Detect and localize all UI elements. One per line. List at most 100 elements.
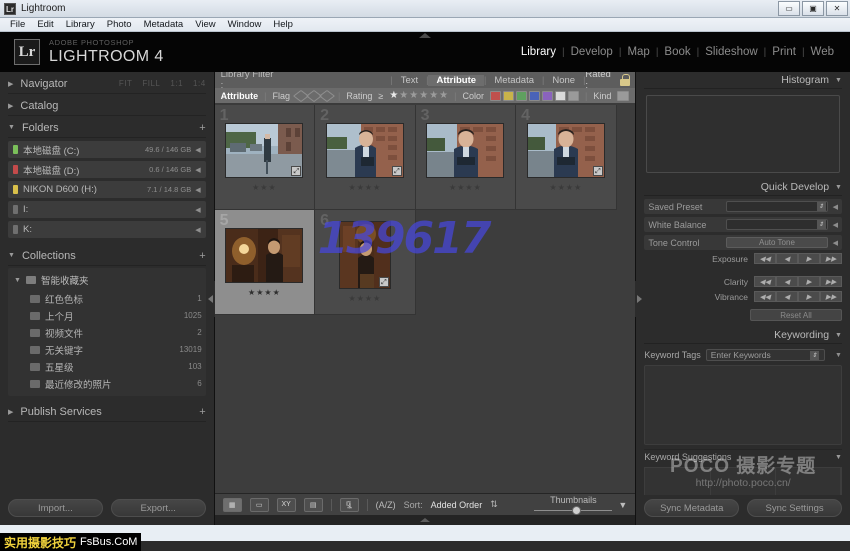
grid-cell[interactable]: 1 <box>215 105 316 210</box>
photo-grid-area[interactable]: 1 <box>215 105 636 493</box>
star-icon[interactable]: ★ <box>399 90 408 101</box>
color-swatch-yellow[interactable] <box>503 91 514 101</box>
chevron-down-icon[interactable]: ▼ <box>835 77 842 84</box>
spray-can-icon[interactable]: 🗜 <box>340 498 359 512</box>
top-panel-toggle[interactable] <box>419 33 431 38</box>
cell-rating[interactable]: ★★★★ <box>349 294 382 303</box>
menu-metadata[interactable]: Metadata <box>144 19 184 30</box>
export-button[interactable]: Export... <box>111 499 206 517</box>
compare-view-icon[interactable]: XY <box>277 498 296 512</box>
photo-thumbnail[interactable] <box>426 123 504 178</box>
chevron-down-icon[interactable]: ▼ <box>835 352 842 359</box>
module-slideshow[interactable]: Slideshow <box>699 46 763 58</box>
color-swatch-green[interactable] <box>516 91 527 101</box>
cell-rating[interactable]: ★★★★ <box>349 183 382 192</box>
left-panel-toggle[interactable] <box>206 281 215 317</box>
menu-edit[interactable]: Edit <box>37 19 53 30</box>
suggestion-slot[interactable] <box>645 468 710 495</box>
rating-stars[interactable]: ★ ★ ★ ★ ★ ★ <box>389 90 448 101</box>
module-print[interactable]: Print <box>766 46 802 58</box>
close-button[interactable]: ✕ <box>826 1 848 16</box>
star-icon[interactable]: ★ <box>419 90 428 101</box>
chevron-down-icon[interactable]: ▼ <box>835 184 842 191</box>
kind-filter-icon[interactable] <box>617 91 629 101</box>
chevron-left-icon[interactable]: ◀ <box>195 226 200 234</box>
crop-badge-icon[interactable]: ⤢ <box>379 277 389 287</box>
exposure-increase[interactable]: ▶ <box>798 253 820 264</box>
menu-library[interactable]: Library <box>66 19 95 30</box>
maximize-button[interactable]: ▣ <box>802 1 824 16</box>
collection-group[interactable]: ▼ 智能收藏夹 <box>8 270 206 290</box>
grid-cell[interactable]: 4 <box>516 105 617 210</box>
saved-preset-row[interactable]: Saved Preset ⇕ ◀ <box>644 199 842 214</box>
list-item[interactable]: 五星级 103 <box>8 358 206 375</box>
menu-photo[interactable]: Photo <box>107 19 132 30</box>
quick-develop-header[interactable]: Quick Develop ▼ <box>644 179 842 196</box>
survey-view-icon[interactable]: ▤ <box>304 498 323 512</box>
list-item[interactable]: 最近修改的照片 6 <box>8 375 206 392</box>
crop-badge-icon[interactable]: ⤢ <box>291 166 301 176</box>
navigator-header[interactable]: ▶ Navigator FIT FILL 1:1 1:4 <box>8 74 206 94</box>
photo-thumbnail[interactable]: ⤢ <box>326 123 404 178</box>
grid-cell[interactable]: 5 <box>215 210 316 315</box>
exposure-increase-large[interactable]: ▶▶ <box>820 253 842 264</box>
module-library[interactable]: Library <box>515 46 562 58</box>
clarity-increase-large[interactable]: ▶▶ <box>820 276 842 287</box>
chevron-left-icon[interactable]: ◀ <box>195 166 200 174</box>
star-icon[interactable]: ★ <box>409 90 418 101</box>
module-develop[interactable]: Develop <box>565 46 619 58</box>
chevron-left-icon[interactable]: ◀ <box>833 221 838 229</box>
filter-tab-metadata[interactable]: Metadata <box>486 75 542 86</box>
cell-rating[interactable]: ★★★★ <box>449 183 482 192</box>
nav-mode-fill[interactable]: FILL <box>142 79 160 88</box>
rating-operator[interactable]: ≥ <box>378 91 383 101</box>
menu-help[interactable]: Help <box>273 19 293 30</box>
chevron-left-icon[interactable]: ◀ <box>195 206 200 214</box>
photo-thumbnail[interactable]: ⤢ <box>527 123 605 178</box>
nav-mode-1-1[interactable]: 1:1 <box>170 79 183 88</box>
chevron-down-icon[interactable]: ▼ <box>835 454 842 461</box>
star-icon[interactable]: ★ <box>429 90 438 101</box>
filter-tab-none[interactable]: None <box>544 75 583 86</box>
chevron-left-icon[interactable]: ◀ <box>833 203 838 211</box>
module-web[interactable]: Web <box>805 46 840 58</box>
list-item[interactable]: 视频文件 2 <box>8 324 206 341</box>
menu-view[interactable]: View <box>195 19 215 30</box>
folder-row[interactable]: K: ◀ <box>8 221 206 238</box>
lock-icon[interactable] <box>620 74 629 86</box>
histogram-graph[interactable] <box>646 95 840 173</box>
chevron-left-icon[interactable]: ◀ <box>195 146 200 154</box>
keyword-input[interactable]: Enter Keywords ⇕ <box>706 349 825 361</box>
histogram-header[interactable]: Histogram ▼ <box>644 72 842 89</box>
grid-view-icon[interactable]: ▦ <box>223 498 242 512</box>
clarity-increase[interactable]: ▶ <box>798 276 820 287</box>
photo-thumbnail[interactable]: ⤢ <box>339 221 391 289</box>
keywording-header[interactable]: Keywording ▼ <box>644 327 842 344</box>
toolbar-options-caret-icon[interactable]: ▼ <box>618 500 627 510</box>
add-folder-icon[interactable]: + <box>199 122 205 134</box>
sync-metadata-button[interactable]: Sync Metadata <box>644 499 739 517</box>
cell-rating[interactable]: ★★★ <box>252 183 277 192</box>
module-book[interactable]: Book <box>658 46 696 58</box>
photo-thumbnail[interactable]: ⤢ <box>225 123 303 178</box>
right-panel-toggle[interactable] <box>635 281 644 317</box>
filmstrip-toggle[interactable] <box>215 515 636 525</box>
stepper-icon[interactable]: ⇕ <box>817 202 826 211</box>
nav-mode-1-4[interactable]: 1:4 <box>193 79 206 88</box>
grid-cell[interactable]: 2 <box>315 105 416 210</box>
clarity-decrease-large[interactable]: ◀◀ <box>754 276 776 287</box>
stepper-icon[interactable]: ⇕ <box>810 351 819 360</box>
vibrance-increase-large[interactable]: ▶▶ <box>820 291 842 302</box>
filter-tab-attribute[interactable]: Attribute <box>428 75 484 86</box>
folder-row[interactable]: I: ◀ <box>8 201 206 218</box>
add-collection-icon[interactable]: + <box>199 250 205 262</box>
sort-value[interactable]: Added Order <box>431 500 483 510</box>
color-swatch-red[interactable] <box>490 91 501 101</box>
module-map[interactable]: Map <box>621 46 655 58</box>
publish-services-header[interactable]: ▶ Publish Services + <box>8 402 206 422</box>
sync-settings-button[interactable]: Sync Settings <box>747 499 842 517</box>
reset-all-button[interactable]: Reset All <box>750 309 842 321</box>
color-swatch-purple[interactable] <box>542 91 553 101</box>
nav-mode-fit[interactable]: FIT <box>119 79 133 88</box>
vibrance-decrease[interactable]: ◀ <box>776 291 798 302</box>
